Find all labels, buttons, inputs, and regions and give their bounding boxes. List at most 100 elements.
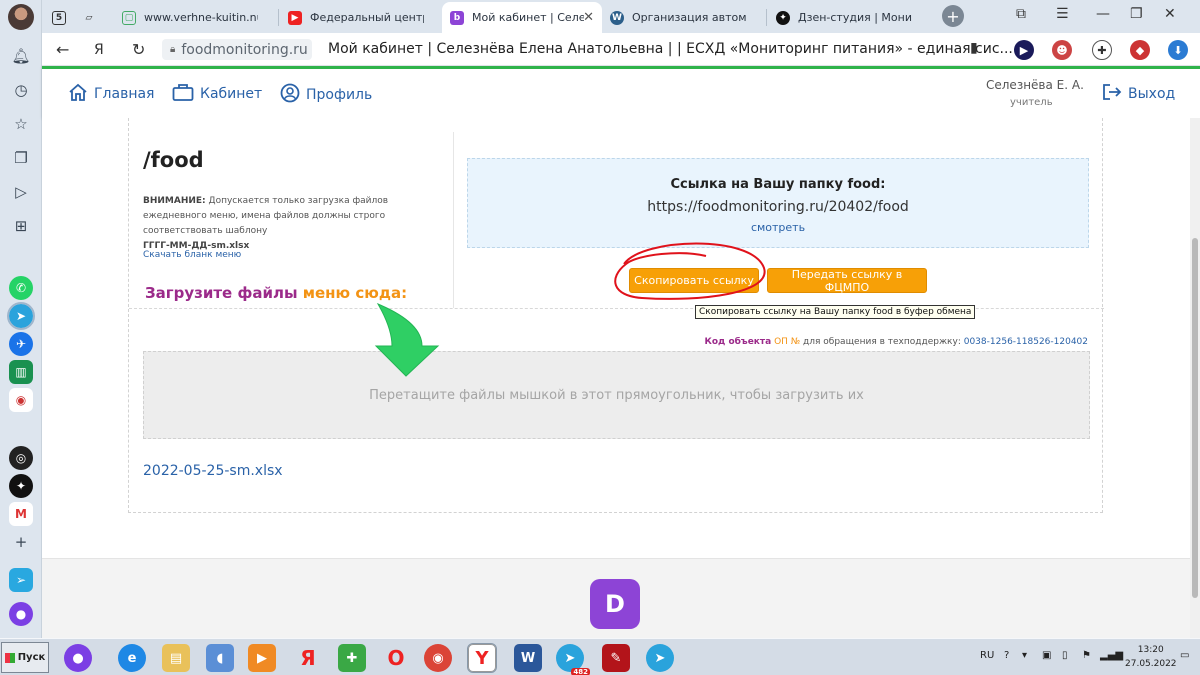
media-player-icon[interactable]: ▶ xyxy=(248,644,276,672)
copy-link-button[interactable]: Скопировать ссылку xyxy=(629,268,759,293)
folder-link-box: Ссылка на Вашу папку food: https://foodm… xyxy=(467,158,1089,248)
tab-manager-icon[interactable]: 5 xyxy=(48,2,78,33)
folder-url: https://foodmonitoring.ru/20402/food xyxy=(647,199,909,215)
power-icon[interactable]: ▯ xyxy=(1062,650,1068,661)
zen-icon[interactable]: ✦ xyxy=(9,474,33,498)
start-button[interactable]: Пуск xyxy=(1,642,49,673)
user-name: Селезнёва Е. А. xyxy=(986,78,1084,92)
file-dropzone[interactable]: Перетащите файлы мышкой в этот прямоугол… xyxy=(143,351,1090,439)
tab-wordpress[interactable]: WОрганизация автомати xyxy=(602,2,764,33)
extension-shirt-icon[interactable]: ✚ xyxy=(1092,40,1112,60)
help-icon[interactable]: ? xyxy=(1004,650,1009,661)
alice-icon[interactable]: ◎ xyxy=(9,446,33,470)
profile-avatar[interactable] xyxy=(8,4,34,30)
send-link-button[interactable]: Передать ссылку в ФЦМПО xyxy=(767,268,927,294)
download-blank-link[interactable]: Скачать бланк меню xyxy=(143,250,241,260)
nav-cabinet[interactable]: Кабинет xyxy=(172,83,262,105)
downloads-icon[interactable]: ⬇ xyxy=(1168,40,1188,60)
minimize-icon[interactable]: — xyxy=(1096,6,1110,22)
link-title: Ссылка на Вашу папку food: xyxy=(670,177,886,192)
logout-link[interactable]: Выход xyxy=(1102,83,1175,105)
taskbar: Пуск ● e ▤ ◖ ▶ Я ✚ O ◉ Y W ➤ 482 ✎ ➤ RU ?… xyxy=(0,638,1200,675)
food-folder-panel: /food ВНИМАНИЕ: Допускается только загру… xyxy=(128,118,1104,513)
briefcase-icon xyxy=(172,83,194,105)
close-window-icon[interactable]: ✕ xyxy=(1164,6,1176,22)
telegram-taskbar-icon[interactable]: ➤ 482 xyxy=(556,644,590,675)
ie-icon[interactable]: e xyxy=(118,644,146,672)
word-icon[interactable]: W xyxy=(514,644,542,672)
flag-icon[interactable]: ⚑ xyxy=(1082,650,1091,661)
explorer-icon[interactable]: ▤ xyxy=(162,644,190,672)
yandex-browser-icon[interactable]: Y xyxy=(467,643,497,673)
address-bar: ← Я ↻ 🔒︎ foodmonitoring.ru Мой кабинет | … xyxy=(42,33,1200,66)
extension-player-icon[interactable]: ▶ xyxy=(1014,40,1034,60)
whatsapp-icon[interactable]: ✆ xyxy=(9,276,33,300)
page-scrollbar[interactable] xyxy=(1190,118,1200,638)
expand-tray-icon[interactable]: ▾ xyxy=(1022,650,1027,661)
alice-taskbar-icon[interactable]: ● xyxy=(64,644,92,672)
speaker-app-icon[interactable]: ◖ xyxy=(206,644,234,672)
browser-sidebar: 🔔︎ ◷ ☆ ❐ ▷ ⊞ ✆ ➤ ✈ ▥ ◉ ◎ ✦ M + ➢ ● xyxy=(0,0,42,638)
main-content: /food ВНИМАНИЕ: Допускается только загру… xyxy=(42,118,1190,638)
messenger-icon[interactable]: ✈ xyxy=(9,332,33,356)
tab-verhne-kuitin[interactable]: ▢www.verhne-kuitin.nuku xyxy=(114,2,276,33)
site-header: Главная Кабинет Профиль Селезнёва Е. А. … xyxy=(42,66,1200,118)
tab-fcmpo[interactable]: ▶Федеральный центр мо xyxy=(280,2,442,33)
tab-cabinet[interactable]: b Мой кабинет | Селез ✕ xyxy=(442,2,602,33)
home-icon xyxy=(68,83,88,105)
add-panel-icon[interactable]: + xyxy=(9,530,33,554)
menu-icon[interactable]: ☰ xyxy=(1056,6,1069,22)
pdf-reader-icon[interactable]: ✎ xyxy=(602,644,630,672)
yandex-taskbar-icon[interactable]: Я xyxy=(294,644,322,672)
nav-profile[interactable]: Профиль xyxy=(280,83,372,107)
bell-icon[interactable]: 🔔︎ xyxy=(9,44,33,68)
extension-profile-icon[interactable]: ◆ xyxy=(1130,40,1150,60)
copy-tooltip: Скопировать ссылку на Вашу папку food в … xyxy=(695,305,976,319)
collections-icon[interactable]: ❐ xyxy=(9,146,33,170)
user-role: учитель xyxy=(1010,97,1053,108)
tab-dzen-studio[interactable]: ✦Дзен-студия | Монитор xyxy=(768,2,930,33)
system-clock[interactable]: 13:20 27.05.2022 xyxy=(1125,643,1177,671)
notification-icon[interactable]: ▭ xyxy=(1180,650,1189,661)
folder-tab-icon[interactable]: ▱ xyxy=(78,2,108,33)
tabs-copy-icon[interactable]: ⧉ xyxy=(1016,6,1026,22)
page-title: Мой кабинет | Селезнёва Елена Анатольевн… xyxy=(328,41,1013,57)
apps-icon[interactable]: ⊞ xyxy=(9,214,33,238)
telegram-icon[interactable]: ➤ xyxy=(7,302,35,330)
uploaded-file-link[interactable]: 2022-05-25-sm.xlsx xyxy=(143,463,283,479)
network-icon[interactable]: ▂▄▆ xyxy=(1100,650,1123,661)
opera-icon[interactable]: O xyxy=(382,644,410,672)
gmail-icon[interactable]: M xyxy=(9,502,33,526)
folder-title: /food xyxy=(143,148,204,172)
send-app-icon[interactable]: ➢ xyxy=(9,568,33,592)
upload-title: Загрузите файлы меню сюда: xyxy=(145,284,408,302)
view-link[interactable]: смотреть xyxy=(468,221,1088,234)
back-icon[interactable]: ← xyxy=(56,40,69,59)
telegram-desktop-icon[interactable]: ➤ xyxy=(646,644,674,672)
yandex-icon[interactable]: Я xyxy=(94,42,104,58)
new-tab-icon[interactable]: + xyxy=(942,5,964,27)
tray-app-icon[interactable]: ▣ xyxy=(1042,650,1051,661)
chrome-icon[interactable]: ◉ xyxy=(424,644,452,672)
reload-icon[interactable]: ↻ xyxy=(132,40,145,59)
book-icon[interactable]: ▥ xyxy=(9,360,33,384)
puzzle-icon[interactable]: ✚ xyxy=(338,644,366,672)
star-icon[interactable]: ☆ xyxy=(9,112,33,136)
tab-bar: 5 ▱ ▢www.verhne-kuitin.nuku ▶Федеральный… xyxy=(42,0,1200,33)
school-app-icon[interactable]: ◉ xyxy=(9,388,33,412)
alice-assistant-icon[interactable]: ● xyxy=(9,602,33,626)
extension-face-icon[interactable]: ☻ xyxy=(1052,40,1072,60)
language-indicator[interactable]: RU xyxy=(980,650,994,661)
upload-warning: ВНИМАНИЕ: Допускается только загрузка фа… xyxy=(143,196,389,251)
windows-flag-icon xyxy=(4,652,15,663)
url-field[interactable]: 🔒︎ foodmonitoring.ru xyxy=(162,39,312,60)
bookmark-icon[interactable]: ▮ xyxy=(970,40,978,56)
restore-icon[interactable]: ❐ xyxy=(1130,6,1143,22)
nav-home[interactable]: Главная xyxy=(68,83,154,105)
history-icon[interactable]: ◷ xyxy=(9,78,33,102)
dzen-logo[interactable]: D xyxy=(590,579,640,629)
close-tab-icon[interactable]: ✕ xyxy=(583,10,594,25)
play-icon[interactable]: ▷ xyxy=(9,180,33,204)
lock-icon: 🔒︎ xyxy=(170,44,176,55)
object-code: Код объекта ОП № для обращения в техподд… xyxy=(704,337,1088,347)
